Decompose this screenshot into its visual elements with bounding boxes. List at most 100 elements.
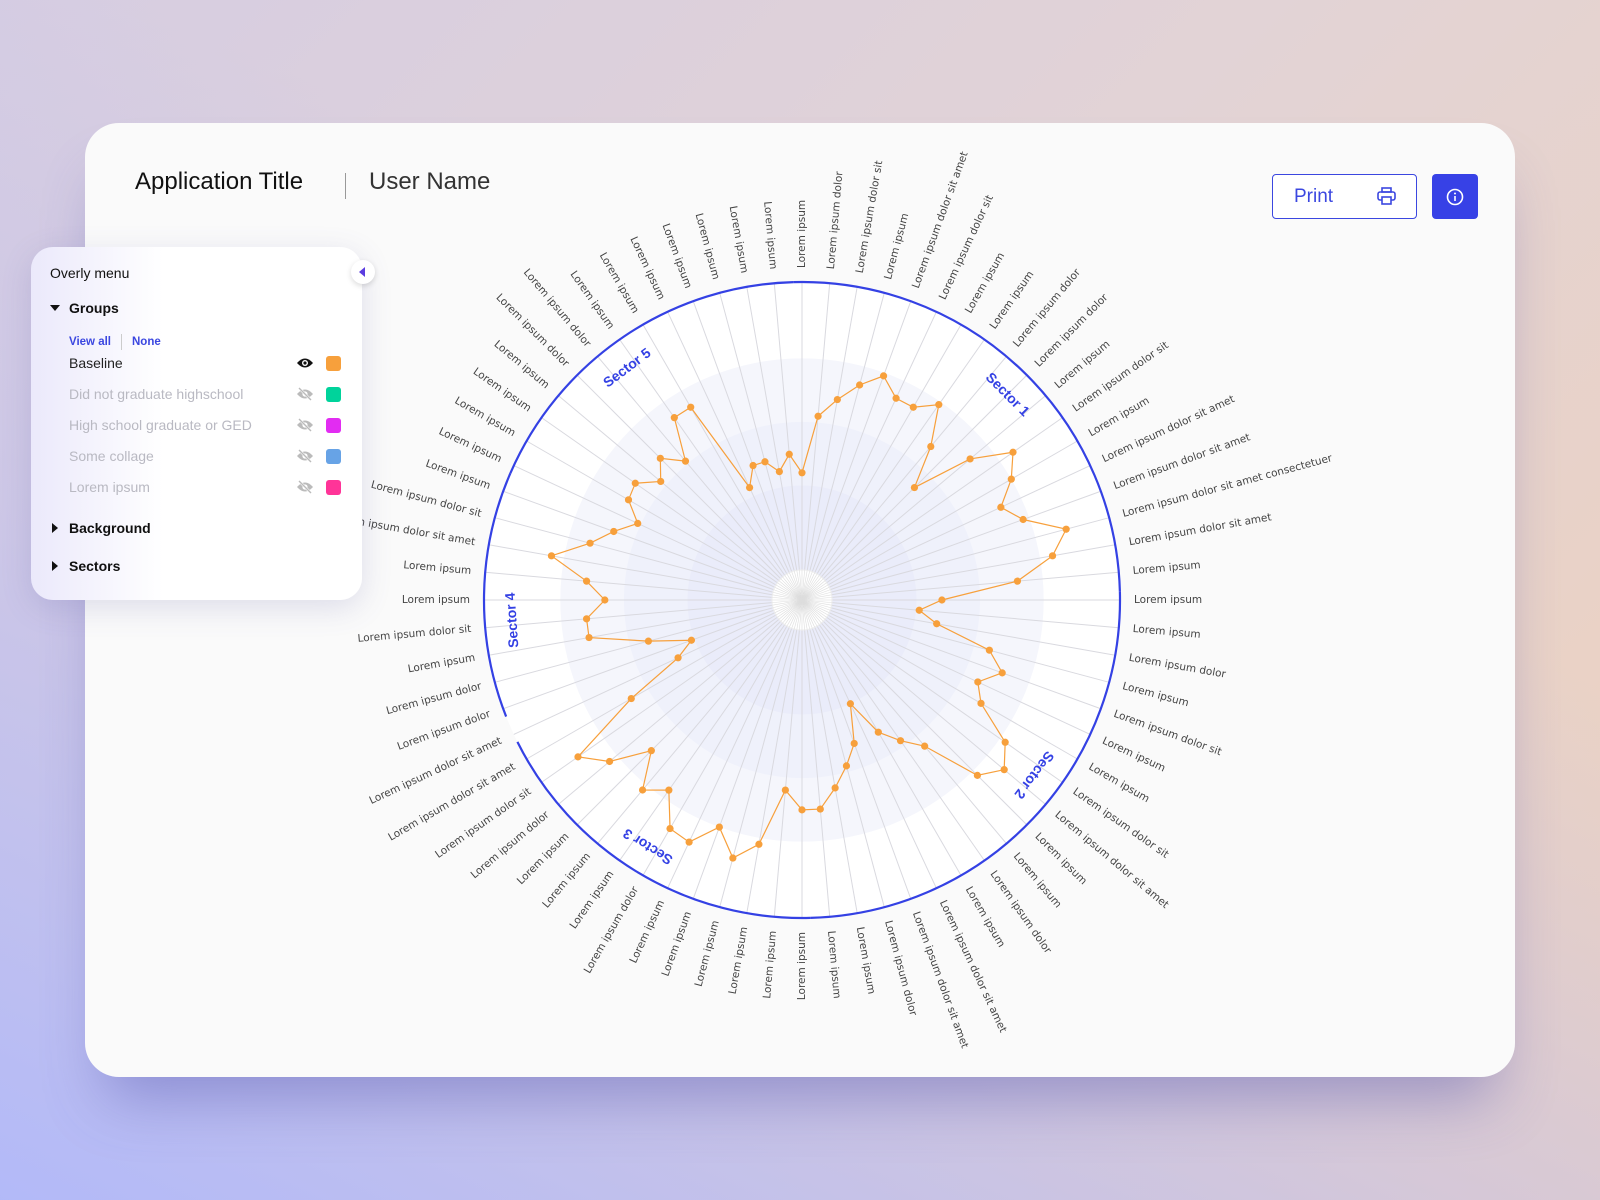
data-point xyxy=(574,753,581,760)
data-point xyxy=(628,695,635,702)
group-color-swatch[interactable] xyxy=(326,449,341,464)
group-label: Did not graduate highschool xyxy=(69,386,296,402)
data-point xyxy=(847,700,854,707)
category-label: Lorem ipsum dolor sit xyxy=(1071,339,1171,414)
data-point xyxy=(583,615,590,622)
data-point xyxy=(851,740,858,747)
eye-off-icon[interactable] xyxy=(296,387,314,401)
category-label: Lorem ipsum dolor sit xyxy=(1071,786,1171,861)
background-section-toggle[interactable]: Background xyxy=(50,520,151,536)
eye-off-icon[interactable] xyxy=(296,480,314,494)
category-label: Lorem ipsum dolor sit xyxy=(854,160,886,274)
data-point xyxy=(997,504,1004,511)
category-label: Lorem ipsum dolor sit xyxy=(370,479,483,520)
data-point xyxy=(927,443,934,450)
group-label: Lorem ipsum xyxy=(69,479,296,495)
data-point xyxy=(729,854,736,861)
groups-label: Groups xyxy=(69,300,119,316)
data-point xyxy=(986,647,993,654)
overlay-menu: Overly menu Groups View all None Baseline… xyxy=(31,247,362,600)
data-point xyxy=(601,596,608,603)
data-point xyxy=(910,404,917,411)
data-point xyxy=(634,520,641,527)
category-label: Lorem ipsum dolor xyxy=(882,919,919,1018)
data-point xyxy=(761,458,768,465)
groups-section-toggle[interactable]: Groups xyxy=(50,300,119,316)
data-point xyxy=(817,805,824,812)
eye-off-icon[interactable] xyxy=(296,418,314,432)
data-point xyxy=(686,838,693,845)
data-point xyxy=(776,468,783,475)
data-point xyxy=(1049,552,1056,559)
category-label: Lorem ipsum xyxy=(761,201,779,270)
group-item: High school graduate or GED xyxy=(69,415,341,435)
data-point xyxy=(657,478,664,485)
data-point xyxy=(671,414,678,421)
group-item: Baseline xyxy=(69,353,341,373)
category-label: Lorem ipsum xyxy=(660,222,695,290)
category-label: Lorem ipsum xyxy=(727,205,751,274)
data-point xyxy=(639,786,646,793)
data-point xyxy=(1001,766,1008,773)
category-label: Lorem ipsum dolor sit amet consectetuer xyxy=(1121,452,1334,520)
category-label: Lorem ipsum xyxy=(403,559,472,577)
group-item: Some collage xyxy=(69,446,341,466)
data-point xyxy=(687,404,694,411)
data-point xyxy=(674,654,681,661)
group-color-swatch[interactable] xyxy=(326,387,341,402)
menu-title: Overly menu xyxy=(50,265,129,281)
category-label: Lorem ipsum xyxy=(761,930,779,999)
data-point xyxy=(606,758,613,765)
eye-off-icon[interactable] xyxy=(296,449,314,463)
category-label: Lorem ipsum xyxy=(407,652,476,676)
collapse-menu-button[interactable] xyxy=(351,260,375,284)
data-point xyxy=(798,806,805,813)
category-label: Lorem ipsum xyxy=(854,926,878,995)
data-point xyxy=(1009,449,1016,456)
data-point xyxy=(977,700,984,707)
data-point xyxy=(625,496,632,503)
data-point xyxy=(933,620,940,627)
data-point xyxy=(892,395,899,402)
data-point xyxy=(974,678,981,685)
data-point xyxy=(657,455,664,462)
data-point xyxy=(834,396,841,403)
category-label: Lorem ipsum dolor sit amet xyxy=(1128,511,1273,548)
category-label: Lorem ipsum xyxy=(627,898,667,965)
data-point xyxy=(1063,526,1070,533)
data-point xyxy=(610,528,617,535)
group-label: Baseline xyxy=(69,355,296,371)
group-color-swatch[interactable] xyxy=(326,418,341,433)
data-point xyxy=(897,737,904,744)
category-label: Lorem ipsum xyxy=(452,395,517,439)
data-point xyxy=(645,638,652,645)
group-label: Some collage xyxy=(69,448,296,464)
none-link[interactable]: None xyxy=(132,336,161,348)
data-point xyxy=(911,484,918,491)
category-label: Lorem ipsum xyxy=(1121,680,1190,709)
category-label: Lorem ipsum xyxy=(727,926,751,995)
data-point xyxy=(916,607,923,614)
data-point xyxy=(583,578,590,585)
caret-right-icon xyxy=(52,523,58,533)
category-label: Lorem ipsum dolor sit amet xyxy=(386,761,517,844)
radial-chart: Sector 1Sector 2Sector 3Sector 4Sector 5… xyxy=(0,0,1600,1200)
data-point xyxy=(814,413,821,420)
data-point xyxy=(648,747,655,754)
category-label: Lorem ipsum xyxy=(1132,623,1201,641)
category-label: Lorem ipsum xyxy=(963,885,1007,950)
category-label: Lorem ipsum xyxy=(1134,594,1202,606)
category-label: Lorem ipsum xyxy=(402,594,470,606)
data-point xyxy=(786,451,793,458)
caret-right-icon xyxy=(52,561,58,571)
eye-icon[interactable] xyxy=(296,357,314,369)
category-label: Lorem ipsum dolor xyxy=(385,680,484,717)
data-point xyxy=(688,637,695,644)
data-point xyxy=(746,484,753,491)
data-point xyxy=(856,381,863,388)
data-point xyxy=(1020,516,1027,523)
group-color-swatch[interactable] xyxy=(326,480,341,495)
group-color-swatch[interactable] xyxy=(326,356,341,371)
sectors-section-toggle[interactable]: Sectors xyxy=(50,558,120,574)
view-all-link[interactable]: View all xyxy=(69,336,111,348)
